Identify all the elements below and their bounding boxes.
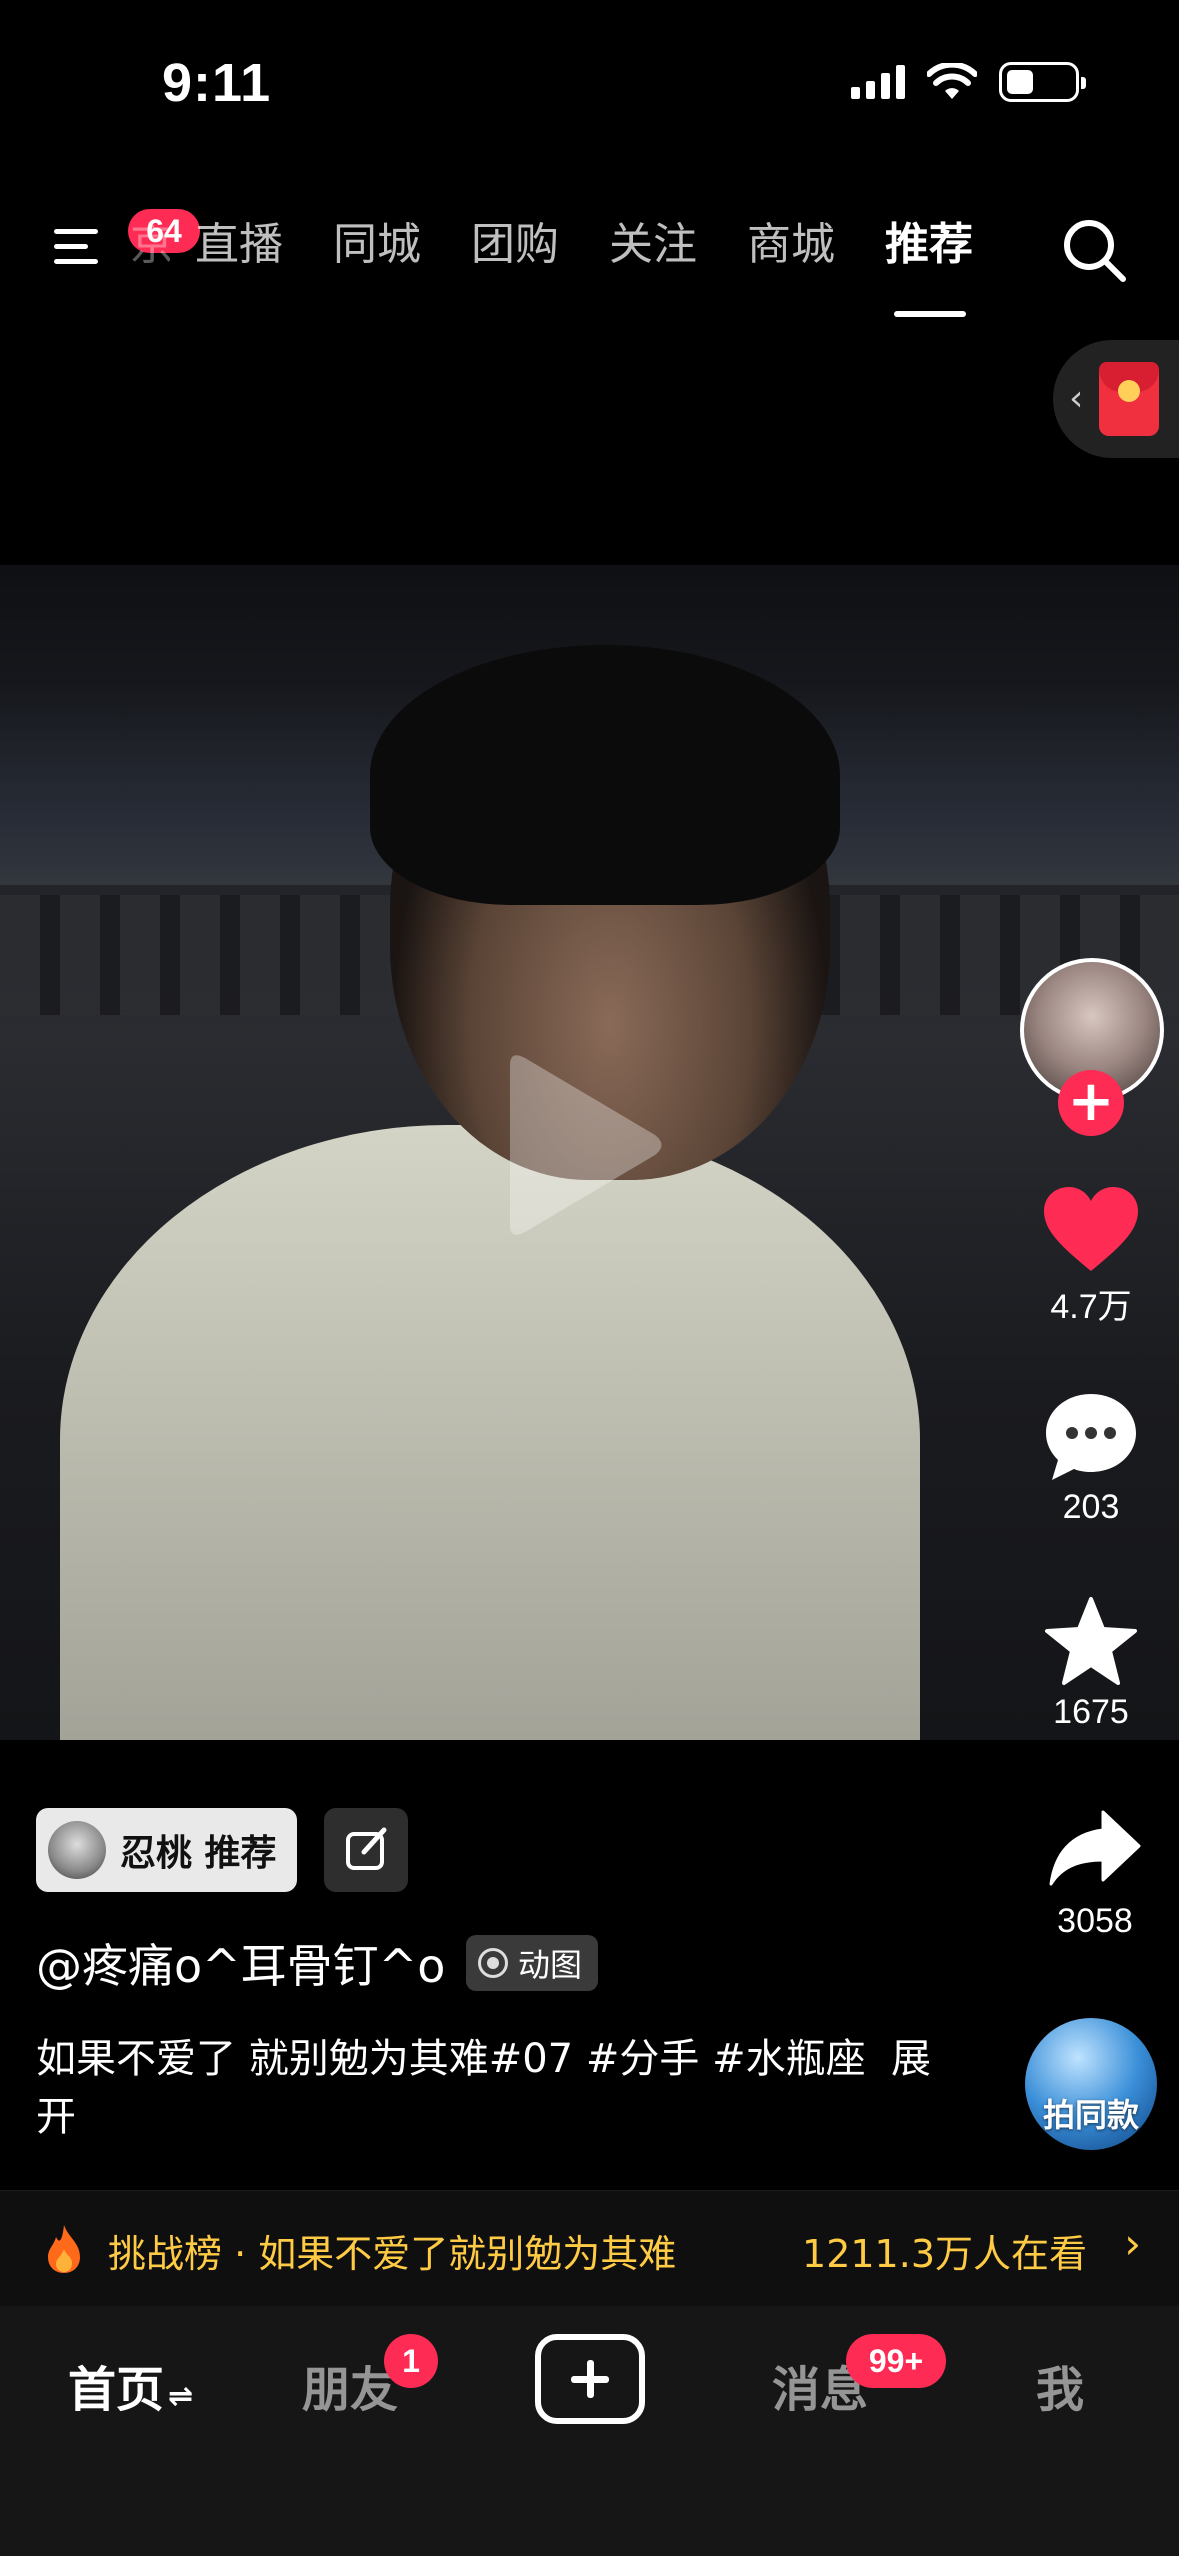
recommender-avatar xyxy=(48,1821,106,1879)
menu-icon xyxy=(54,229,98,234)
like-button[interactable]: 4.7万 xyxy=(1035,1185,1147,1328)
status-icons xyxy=(851,62,1086,102)
video-player[interactable] xyxy=(0,565,1179,1740)
favorite-count: 1675 xyxy=(1053,1693,1129,1731)
friends-badge: 1 xyxy=(384,2334,438,2388)
cellular-signal-icon xyxy=(851,65,905,99)
tab-mall[interactable]: 商城 xyxy=(722,215,860,275)
create-button[interactable] xyxy=(535,2334,645,2424)
challenge-bar[interactable]: 挑战榜 · 如果不爱了就别勉为其难 1211.3万人在看 › xyxy=(0,2190,1179,2306)
battery-icon xyxy=(999,62,1086,102)
share-button[interactable]: 3058 xyxy=(1040,1808,1150,1941)
comment-count: 203 xyxy=(1062,1488,1120,1526)
heart-icon xyxy=(1044,1187,1138,1271)
wifi-icon xyxy=(927,63,977,99)
video-person-hair xyxy=(370,645,840,905)
challenge-title: 挑战榜 · 如果不爱了就别勉为其难 xyxy=(108,2232,677,2276)
tab-nearby[interactable]: 同城 xyxy=(308,215,446,275)
nav-tabs: 京 直播 同城 团购 关注 商城 推荐 xyxy=(130,215,998,317)
motion-photo-badge: 动图 xyxy=(466,1935,599,1991)
red-packet-pill[interactable]: ‹ xyxy=(1053,340,1179,458)
tab-recommended[interactable]: 推荐 xyxy=(860,215,998,317)
chevron-right-icon: › xyxy=(1124,2219,1141,2268)
comment-icon xyxy=(1046,1394,1136,1480)
tab-home-label: 首页 xyxy=(68,2362,165,2418)
flame-icon xyxy=(48,2225,80,2273)
comment-button[interactable]: 203 xyxy=(1035,1390,1147,1527)
motion-icon xyxy=(478,1948,508,1978)
menu-button[interactable]: 64 xyxy=(50,209,200,277)
messages-badge: 99+ xyxy=(846,2334,946,2388)
caption-text: 如果不爱了 就别勉为其难#07 #分手 #水瓶座 xyxy=(36,2036,866,2082)
like-count: 4.7万 xyxy=(1050,1288,1132,1326)
author-name[interactable]: @疼痛o^耳骨钉^o xyxy=(36,1930,445,1996)
search-icon[interactable] xyxy=(1059,215,1129,285)
menu-icon-line xyxy=(54,244,88,249)
edit-icon xyxy=(346,1827,387,1870)
top-nav: 64 京 直播 同城 团购 关注 商城 推荐 xyxy=(0,195,1179,317)
status-bar: 9:11 xyxy=(0,0,1179,150)
play-icon[interactable] xyxy=(490,1050,670,1240)
video-caption: 如果不爱了 就别勉为其难#07 #分手 #水瓶座 展开 xyxy=(36,2030,936,2146)
follow-button[interactable]: + xyxy=(1058,1070,1124,1136)
motion-badge-label: 动图 xyxy=(518,1946,583,1984)
swap-icon: ⇌ xyxy=(168,2379,194,2414)
recommend-source-tag[interactable]: 忍桃 推荐 xyxy=(36,1808,297,1892)
recommend-source-label: 忍桃 推荐 xyxy=(120,1833,277,1874)
tab-home[interactable]: 首页 ⇌ xyxy=(68,2350,193,2420)
tab-following[interactable]: 关注 xyxy=(584,215,722,275)
edit-button[interactable] xyxy=(324,1808,408,1892)
chevron-left-icon: ‹ xyxy=(1069,378,1084,419)
tab-me[interactable]: 我 xyxy=(1036,2350,1084,2420)
tab-faded[interactable]: 京 xyxy=(130,215,170,275)
make-same-button[interactable]: 拍同款 xyxy=(1025,2018,1157,2150)
favorite-button[interactable]: 1675 xyxy=(1035,1595,1147,1732)
share-arrow-icon xyxy=(1049,1810,1141,1886)
status-time: 9:11 xyxy=(162,53,272,113)
star-icon xyxy=(1045,1597,1137,1685)
share-count: 3058 xyxy=(1057,1902,1133,1940)
tab-live[interactable]: 直播 xyxy=(170,215,308,275)
menu-icon-line xyxy=(54,259,98,264)
tab-group-buy[interactable]: 团购 xyxy=(446,215,584,275)
red-envelope-icon xyxy=(1099,362,1159,436)
make-same-label: 拍同款 xyxy=(1042,2096,1139,2134)
challenge-viewers: 1211.3万人在看 xyxy=(802,2232,1087,2276)
